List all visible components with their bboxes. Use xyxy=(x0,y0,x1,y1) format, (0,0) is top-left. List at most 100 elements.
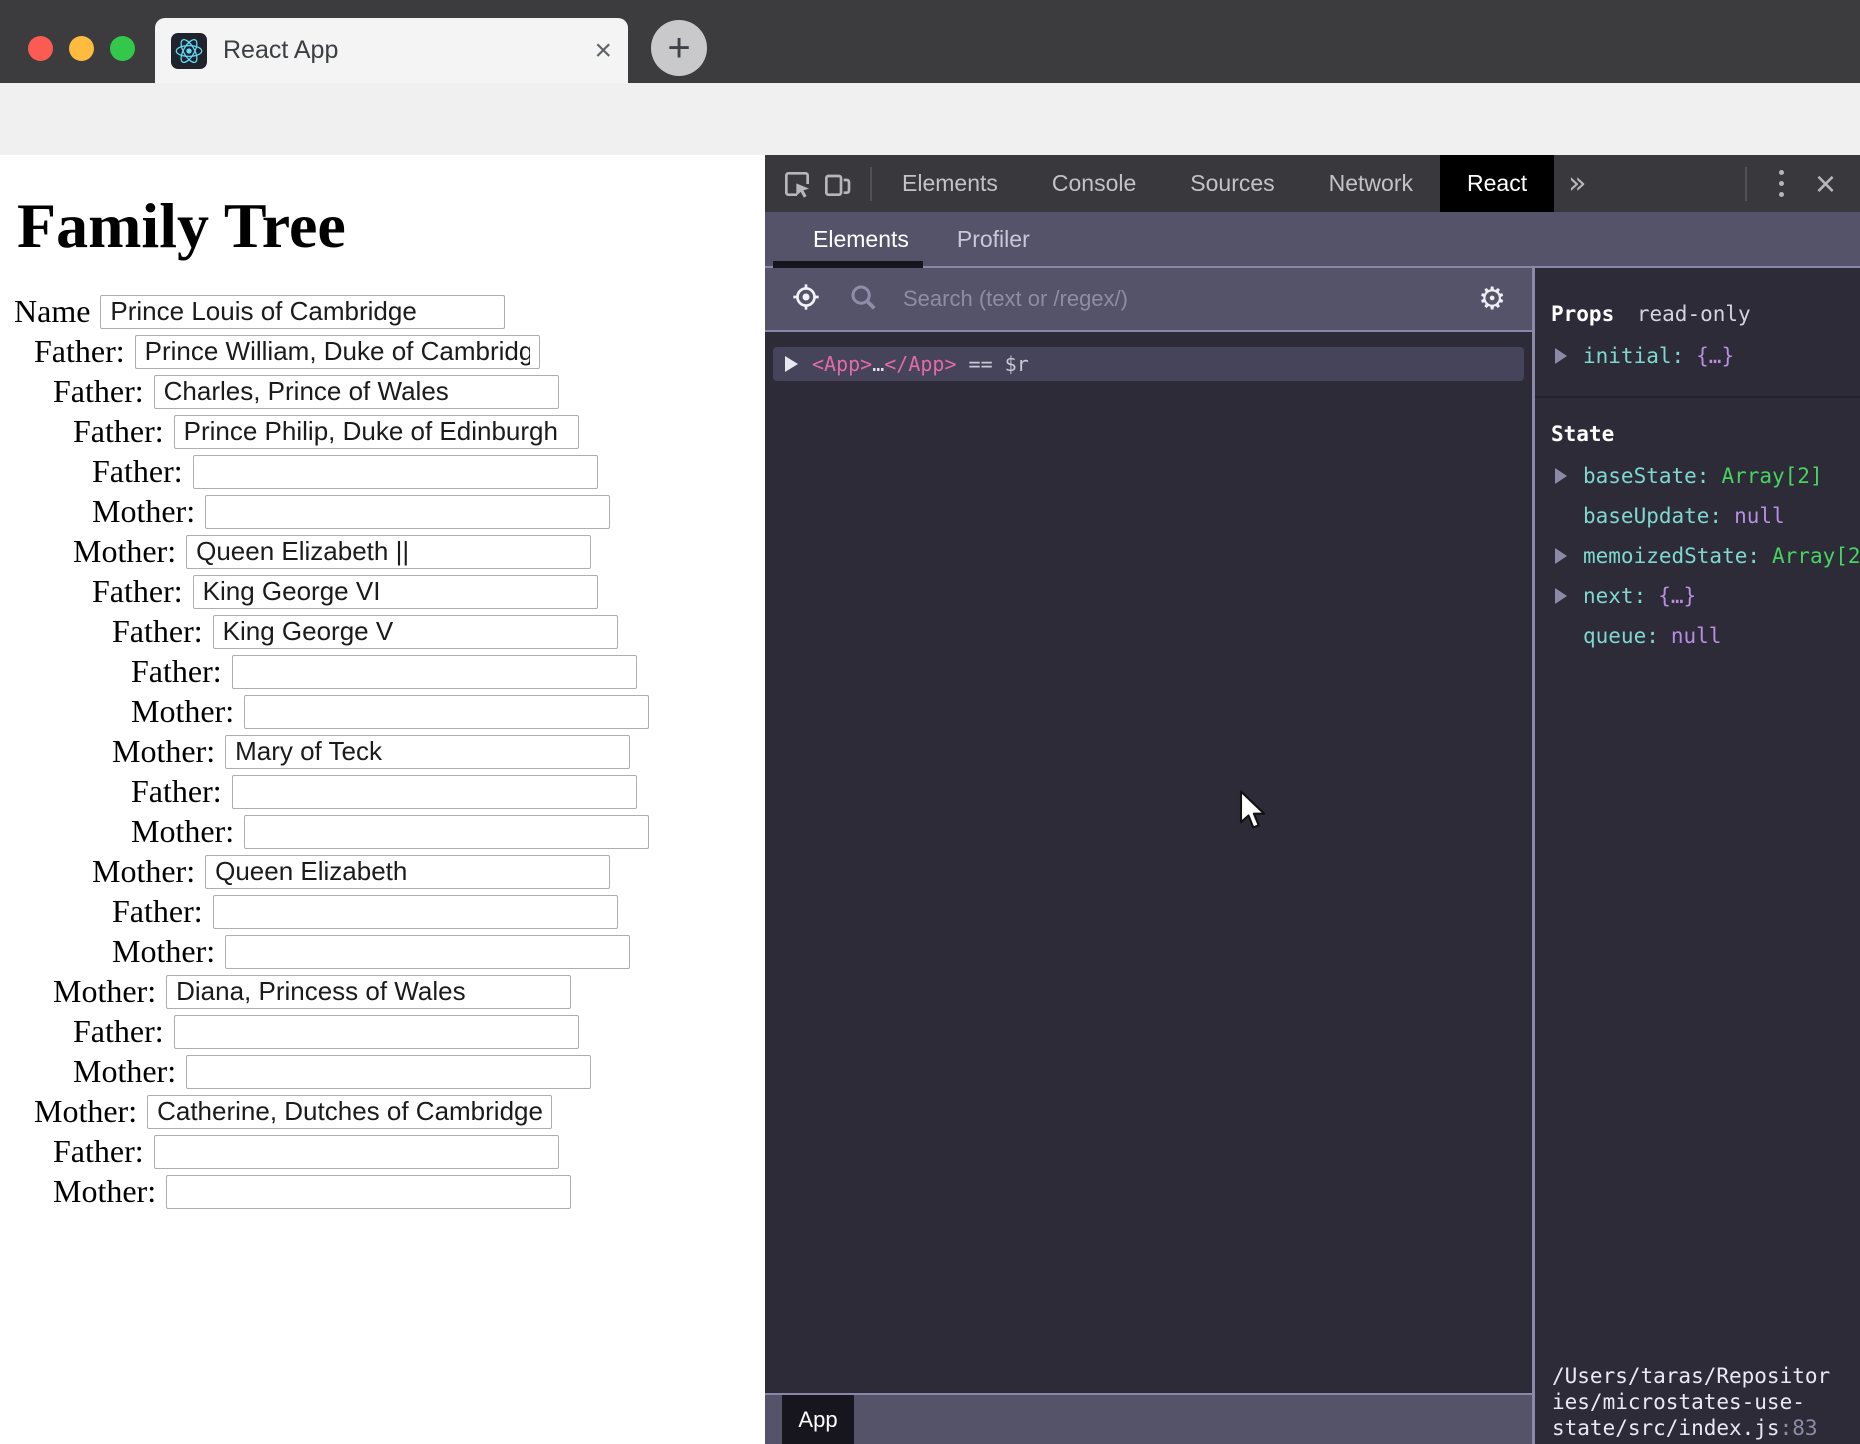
person-name-input[interactable] xyxy=(100,295,505,329)
new-tab-button[interactable]: + xyxy=(651,20,707,76)
react-subtab[interactable]: Profiler xyxy=(957,226,1030,253)
settings-gear-icon[interactable]: ⚙ xyxy=(1478,281,1506,317)
tab-close-icon[interactable]: × xyxy=(594,36,612,66)
form-row: Mother: xyxy=(112,935,765,969)
relation-label: Father: xyxy=(92,573,183,610)
state-entry[interactable]: next: {…} xyxy=(1535,576,1860,616)
devtools-tab[interactable]: Console xyxy=(1025,155,1163,212)
person-name-input[interactable] xyxy=(193,455,598,489)
form-row: Name xyxy=(14,295,765,329)
state-key: baseUpdate: xyxy=(1583,504,1722,528)
component-tree[interactable]: <App>…</App> == $r xyxy=(765,332,1532,1393)
person-name-input[interactable] xyxy=(244,695,649,729)
breadcrumb-app[interactable]: App xyxy=(782,1395,854,1444)
person-name-input[interactable] xyxy=(186,1055,591,1089)
state-key: next: xyxy=(1583,584,1646,608)
state-entry[interactable]: baseUpdate: null xyxy=(1535,496,1860,536)
prop-value: {…} xyxy=(1696,344,1734,368)
titlebar: React App × + xyxy=(0,0,1860,83)
person-name-input[interactable] xyxy=(154,1135,559,1169)
form-row: Mother: xyxy=(92,495,765,529)
expand-arrow-icon[interactable] xyxy=(1555,588,1567,604)
close-window-button[interactable] xyxy=(28,36,53,61)
form-row: Father: xyxy=(131,655,765,689)
react-subtab[interactable]: Elements xyxy=(813,226,909,253)
props-mode: read-only xyxy=(1637,302,1751,326)
source-location-link[interactable]: /Users/taras/Repositor ies/microstates-u… xyxy=(1552,1363,1854,1441)
form-row: Mother: xyxy=(34,1095,765,1129)
person-name-input[interactable] xyxy=(174,1015,579,1049)
state-section: State baseState: Array[2] xyxy=(1535,398,1860,656)
person-name-input[interactable] xyxy=(213,615,618,649)
more-tabs-icon[interactable]: » xyxy=(1568,166,1586,201)
prop-key: initial: xyxy=(1583,344,1684,368)
devtools-close-icon[interactable]: × xyxy=(1815,166,1836,202)
state-entry[interactable]: baseState: Array[2] xyxy=(1535,456,1860,496)
person-name-input[interactable] xyxy=(232,655,637,689)
source-line-number: :83 xyxy=(1780,1416,1818,1440)
person-name-input[interactable] xyxy=(166,1175,571,1209)
device-toolbar-icon[interactable] xyxy=(820,167,854,201)
search-input[interactable]: Search (text or /regex/) xyxy=(903,286,1128,312)
state-value: Array[2] xyxy=(1772,544,1860,568)
person-name-input[interactable] xyxy=(174,415,579,449)
relation-label: Father: xyxy=(112,613,203,650)
expand-arrow-icon[interactable] xyxy=(1555,468,1567,484)
devtools-menu-icon[interactable] xyxy=(1767,170,1797,197)
state-value: Array[2] xyxy=(1721,464,1822,488)
minimize-window-button[interactable] xyxy=(69,36,94,61)
inspect-element-icon[interactable] xyxy=(780,167,814,201)
close-tag: </App> xyxy=(884,352,956,376)
relation-label: Father: xyxy=(112,893,203,930)
window-controls xyxy=(28,36,135,61)
tabbar-divider xyxy=(870,167,872,201)
expand-arrow-icon[interactable] xyxy=(785,356,798,372)
breadcrumb-bar: App xyxy=(765,1393,1532,1444)
state-entry[interactable]: queue: null xyxy=(1535,616,1860,656)
person-name-input[interactable] xyxy=(205,855,610,889)
relation-label: Mother: xyxy=(92,493,195,530)
browser-tab[interactable]: React App × xyxy=(155,18,628,83)
person-name-input[interactable] xyxy=(205,495,610,529)
state-value: null xyxy=(1671,624,1722,648)
relation-label: Father: xyxy=(53,373,144,410)
page-content: Family Tree Name Father: Father: xyxy=(0,155,765,1444)
person-name-input[interactable] xyxy=(147,1095,552,1129)
page-title: Family Tree xyxy=(17,189,765,263)
active-subtab-underline xyxy=(773,261,923,268)
person-name-input[interactable] xyxy=(232,775,637,809)
person-name-input[interactable] xyxy=(213,895,618,929)
state-entry[interactable]: memoizedState: Array[2] xyxy=(1535,536,1860,576)
relation-label: Mother: xyxy=(131,813,234,850)
state-header: State xyxy=(1551,422,1614,446)
form-row: Mother: xyxy=(112,735,765,769)
person-name-input[interactable] xyxy=(186,535,591,569)
person-name-input[interactable] xyxy=(166,975,571,1009)
fullscreen-window-button[interactable] xyxy=(110,36,135,61)
expand-arrow-icon[interactable] xyxy=(1555,548,1567,564)
relation-label: Mother: xyxy=(34,1093,137,1130)
person-name-input[interactable] xyxy=(135,335,540,369)
prop-entry[interactable]: initial: {…} xyxy=(1535,336,1860,376)
devtools-tab[interactable]: React xyxy=(1440,155,1554,212)
devtools-tab[interactable]: Network xyxy=(1302,155,1440,212)
props-header: Props xyxy=(1551,302,1614,326)
devtools-tab[interactable]: Sources xyxy=(1163,155,1301,212)
tab-title: React App xyxy=(223,36,338,65)
person-name-input[interactable] xyxy=(154,375,559,409)
person-name-input[interactable] xyxy=(225,935,630,969)
person-name-input[interactable] xyxy=(225,735,630,769)
person-name-input[interactable] xyxy=(193,575,598,609)
tree-node-app[interactable]: <App>…</App> == $r xyxy=(773,347,1524,381)
devtools-tab[interactable]: Elements xyxy=(875,155,1025,212)
form-row: Father: xyxy=(53,1135,765,1169)
expand-arrow-icon[interactable] xyxy=(1555,348,1567,364)
form-row: Mother: xyxy=(53,975,765,1009)
relation-label: Mother: xyxy=(73,1053,176,1090)
form-row: Father: xyxy=(131,775,765,809)
person-name-input[interactable] xyxy=(244,815,649,849)
form-row: Father: xyxy=(73,415,765,449)
form-row: Mother: xyxy=(73,1055,765,1089)
inspect-component-icon[interactable] xyxy=(790,281,822,318)
relation-label: Father: xyxy=(131,653,222,690)
